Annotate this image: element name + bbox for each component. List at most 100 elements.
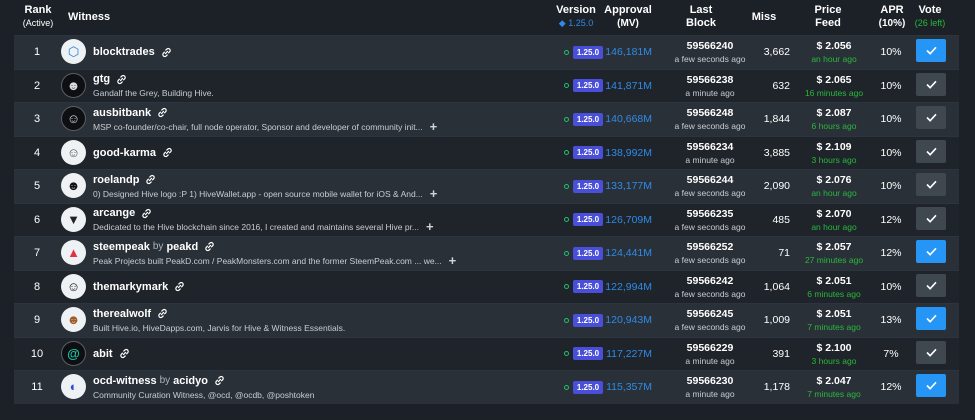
approval-cell[interactable]: 138,992M [604,137,652,170]
link-icon[interactable] [204,241,215,252]
status-dot-icon [563,183,569,189]
link-icon[interactable] [214,375,225,386]
witness-name-link[interactable]: abit [93,348,113,360]
witness-name-link[interactable]: roelandp [93,174,139,186]
peak-icon[interactable]: ▲ [61,240,86,265]
price-time: an hour ago [811,221,857,232]
witness-cell: blocktrades [93,36,548,69]
link-icon[interactable] [145,174,156,185]
rank-cell: 8 [33,280,41,293]
witness-name-link[interactable]: good-karma [93,147,156,159]
miss-cell: 1,064 [763,280,790,293]
hive-logo-icon[interactable]: ⬡ [61,39,86,64]
witness-description: Gandalf the Grey, Building Hive. [93,88,214,99]
at-sign-icon[interactable]: @ [61,340,86,366]
price-feed-cell: $ 2.087 6 hours ago [799,103,869,136]
approval-cell[interactable]: 120,943M [604,304,652,337]
checkmark-icon [925,147,937,156]
version-badge: 1.25.0 [572,179,604,193]
rank-header[interactable]: Rank (Active) [18,4,58,30]
link-icon[interactable] [157,107,168,118]
approval-cell[interactable]: 126,709M [604,204,652,237]
price-feed-header[interactable]: Price Feed [806,4,850,30]
witness-header[interactable]: Witness [68,11,110,24]
person-icon[interactable]: ☺ [61,139,86,165]
robot-icon[interactable]: ☺ [61,106,86,131]
vote-button[interactable] [916,173,946,196]
apr-header[interactable]: APR (10%) [874,4,910,30]
price-feed-cell: $ 2.076 an hour ago [799,170,869,203]
ocd-logo-icon[interactable]: ◐ [61,374,86,399]
version-badge: 1.25.0 [572,380,604,394]
approval-cell[interactable]: 122,994M [604,271,652,304]
witness-name-link[interactable]: ocd-witness [93,375,157,387]
link-icon[interactable] [119,348,130,359]
version-badge: 1.25.0 [572,45,604,59]
miss-header[interactable]: Miss [748,11,780,24]
witness-name-link[interactable]: arcange [93,207,135,219]
approval-header[interactable]: Approval (MV) [604,4,652,30]
version-header[interactable]: Version ◆ 1.25.0 [552,4,600,30]
vote-button[interactable] [916,240,946,263]
assassin-icon[interactable]: ▼ [61,206,86,232]
owner-name-link[interactable]: peakd [166,241,198,253]
last-block-time: a few seconds ago [674,221,746,232]
expand-plus-icon[interactable]: + [430,120,438,133]
apr-cell: 13% [880,314,902,327]
last-block-time: a few seconds ago [674,121,746,132]
approval-cell[interactable]: 115,357M [604,371,652,404]
approval-cell[interactable]: 133,177M [604,170,652,203]
vote-button[interactable] [916,340,946,364]
checkmark-icon [925,281,937,290]
witness-description: Community Curation Witness, @ocd, @ocdb,… [93,389,315,400]
last-block-number: 59566240 [686,40,734,53]
witness-name-link[interactable]: steempeak [93,241,150,253]
approval-cell[interactable]: 117,227M [604,338,652,371]
status-dot-icon [563,384,569,390]
version-badge: 1.25.0 [572,280,604,294]
last-block-cell: 59566242 a few seconds ago [660,271,760,304]
price-feed-cell: $ 2.051 6 minutes ago [799,271,869,304]
price-feed-cell: $ 2.100 3 hours ago [799,338,869,371]
face-icon[interactable]: ☻ [61,173,86,198]
vote-button[interactable] [916,374,946,397]
wizard-icon[interactable]: ☻ [61,72,86,98]
wolf-icon[interactable]: ☻ [61,307,86,332]
link-icon[interactable] [161,47,172,58]
table-row: 7 ▲ steempeak by peakd Peak Projects built Pe… [14,236,959,270]
last-block-header[interactable]: Last Block [676,4,726,30]
expand-plus-icon[interactable]: + [430,187,438,200]
vote-button[interactable] [916,273,946,297]
approval-cell[interactable]: 124,441M [604,237,652,270]
price-feed-cell: $ 2.047 7 minutes ago [799,371,869,404]
vote-button[interactable] [916,139,946,163]
vote-button[interactable] [916,39,946,62]
approval-cell[interactable]: 146,181M [604,36,652,69]
expand-plus-icon[interactable]: + [449,254,457,267]
witness-name-link[interactable]: themarkymark [93,281,168,293]
witness-name-link[interactable]: blocktrades [93,46,155,58]
vote-button[interactable] [916,307,946,330]
vote-button[interactable] [916,206,946,230]
price-value: $ 2.087 [816,107,852,120]
by-label: by [152,241,164,253]
witness-name-link[interactable]: ausbitbank [93,107,151,119]
approval-cell[interactable]: 140,668M [604,103,652,136]
link-icon[interactable] [157,308,168,319]
approval-cell[interactable]: 141,871M [604,70,652,103]
expand-plus-icon[interactable]: + [426,220,434,233]
link-icon[interactable] [162,147,173,158]
link-icon[interactable] [174,281,185,292]
vote-button[interactable] [916,106,946,129]
vote-button[interactable] [916,72,946,96]
link-icon[interactable] [116,74,127,85]
cartoon-icon[interactable]: ☺ [61,273,86,299]
witness-name-link[interactable]: therealwolf [93,308,151,320]
miss-cell: 1,844 [763,113,790,126]
witness-cell: good-karma [93,137,548,170]
witness-name-link[interactable]: gtg [93,73,110,85]
owner-name-link[interactable]: acidyo [173,375,208,387]
price-value: $ 2.051 [816,274,852,287]
link-icon[interactable] [141,208,152,219]
miss-cell: 1,009 [763,314,790,327]
